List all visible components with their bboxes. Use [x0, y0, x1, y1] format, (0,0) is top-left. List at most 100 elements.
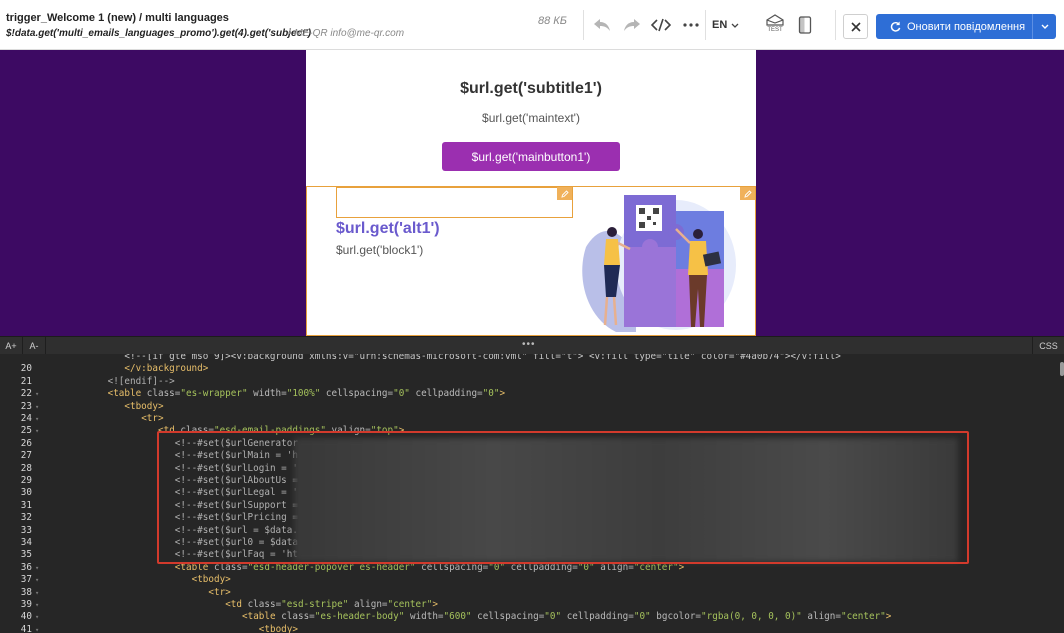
line-number: 21 — [20, 375, 32, 387]
code-token: <!--[if gte mso 9]><v:background xmlns:v… — [124, 354, 841, 362]
code-token: <table — [242, 611, 282, 623]
code-token: "rgba(0, 0, 0, 0)" — [701, 611, 808, 623]
code-token: "0" — [633, 611, 657, 623]
redo-icon[interactable] — [621, 14, 643, 36]
code-view-icon[interactable] — [650, 14, 672, 36]
fold-arrow-icon[interactable]: ▾ — [35, 425, 39, 437]
code-token: "es-wrapper" — [180, 388, 254, 400]
code-line[interactable]: 23 ▾ <tbody> — [0, 401, 1064, 413]
editor-scrollbar[interactable] — [1060, 362, 1064, 376]
email-preview-canvas: $url.get('subtitle1') $url.get('maintext… — [0, 50, 1064, 336]
html-code-editor[interactable]: <!--[if gte mso 9]><v:background xmlns:v… — [0, 354, 1064, 633]
code-text: <table class="es-wrapper" width="100%" c… — [108, 388, 505, 400]
message-subject[interactable]: $!data.get('multi_emails_languages_promo… — [6, 28, 311, 39]
code-token: "es-header-body" — [314, 611, 410, 623]
line-number: 22 — [20, 388, 32, 400]
fold-arrow-icon[interactable]: ▾ — [35, 587, 39, 599]
code-token: "center" — [840, 611, 886, 623]
font-increase-button[interactable]: A+ — [0, 337, 23, 355]
code-text: <tbody> — [124, 401, 163, 413]
fold-arrow-icon[interactable]: ▾ — [35, 562, 39, 574]
font-decrease-button[interactable]: A- — [23, 337, 46, 355]
line-number: 28 — [20, 462, 32, 474]
code-text: <td class="esd-stripe" align="center"> — [225, 599, 438, 611]
code-token: </v:background> — [124, 363, 209, 375]
code-text: <![endif]--> — [108, 376, 175, 388]
email-alt-heading[interactable]: $url.get('alt1') — [336, 220, 440, 238]
chevron-down-icon — [731, 23, 739, 28]
close-button[interactable] — [843, 14, 868, 39]
code-token: class= — [281, 611, 315, 623]
code-token: "600" — [443, 611, 478, 623]
refresh-options-dropdown[interactable] — [1032, 14, 1056, 39]
toolbar-divider — [705, 10, 706, 40]
mobile-preview-icon[interactable] — [794, 14, 816, 36]
code-token: "0" — [544, 611, 567, 623]
code-line[interactable]: 21 <![endif]--> — [0, 376, 1064, 388]
code-text: <tr> — [208, 587, 230, 599]
email-block-text[interactable]: $url.get('block1') — [336, 243, 423, 257]
edit-block-icon[interactable] — [557, 187, 572, 200]
line-number: 33 — [20, 524, 32, 536]
fold-arrow-icon[interactable]: ▾ — [35, 401, 39, 413]
email-body: $url.get('subtitle1') $url.get('maintext… — [306, 50, 756, 336]
refresh-message-button[interactable]: Оновити повідомлення — [876, 14, 1056, 39]
line-number: 38 — [20, 586, 32, 598]
code-token: width= — [253, 388, 287, 400]
code-token: <tbody> — [191, 574, 231, 586]
code-line[interactable]: 40 ▾ <table class="es-header-body" width="… — [0, 611, 1064, 623]
line-number: 39 — [20, 599, 32, 610]
code-line[interactable]: <!--[if gte mso 9]><v:background xmlns:v… — [0, 354, 1064, 363]
code-token: "center" — [387, 599, 433, 610]
code-line[interactable]: 24 ▾ <tr> — [0, 413, 1064, 425]
code-token: <td — [225, 599, 248, 610]
code-text: <tr> — [141, 413, 163, 425]
close-icon — [850, 21, 861, 32]
fold-arrow-icon[interactable]: ▾ — [35, 574, 39, 586]
language-selector[interactable]: EN — [712, 19, 739, 31]
code-token: "100%" — [286, 388, 326, 400]
code-line[interactable]: 37 ▾ <tbody> — [0, 574, 1064, 586]
code-token: "0" — [482, 388, 500, 400]
code-token: <tbody> — [258, 623, 298, 633]
css-tab-button[interactable]: CSS — [1032, 337, 1064, 355]
test-email-icon[interactable]: TEST — [764, 12, 786, 34]
image-placeholder[interactable] — [336, 187, 573, 218]
code-token: > — [432, 599, 438, 610]
code-token: cellspacing= — [477, 611, 545, 623]
line-number: 26 — [20, 437, 32, 449]
undo-icon[interactable] — [591, 14, 613, 36]
line-number: 37 — [20, 574, 32, 586]
code-token: align= — [807, 611, 841, 623]
code-line[interactable]: 39 ▾ <td class="esd-stripe" align="center"… — [0, 599, 1064, 611]
line-number: 23 — [20, 400, 32, 412]
code-token: <tr> — [208, 586, 231, 598]
edit-structure-icon[interactable] — [740, 187, 755, 200]
editor-header: trigger_Welcome 1 (new) / multi language… — [0, 0, 1064, 50]
fold-arrow-icon[interactable]: ▾ — [35, 413, 39, 425]
fold-arrow-icon[interactable]: ▾ — [35, 611, 39, 623]
code-token: > — [499, 388, 506, 400]
code-token: <table — [107, 388, 147, 400]
more-options-icon[interactable] — [680, 14, 702, 36]
code-line[interactable]: 41 ▾ <tbody> — [0, 624, 1064, 633]
refresh-message-main[interactable]: Оновити повідомлення — [876, 21, 1032, 33]
code-text: <!--[if gte mso 9]><v:background xmlns:v… — [124, 354, 840, 363]
line-number: 27 — [20, 450, 32, 462]
code-text: <table class="es-header-body" width="600… — [242, 611, 891, 623]
fold-arrow-icon[interactable]: ▾ — [35, 624, 39, 633]
email-main-button[interactable]: $url.get('mainbutton1') — [442, 142, 620, 171]
code-line[interactable]: 22 ▾ <table class="es-wrapper" width="100%… — [0, 388, 1064, 400]
code-token: <tr> — [141, 413, 164, 424]
email-subtitle[interactable]: $url.get('subtitle1') — [306, 80, 756, 98]
toolbar-divider — [835, 10, 836, 40]
fold-arrow-icon[interactable]: ▾ — [35, 599, 39, 611]
panel-resize-handle[interactable]: ••• — [522, 339, 536, 350]
puzzle-illustration[interactable] — [576, 187, 736, 336]
code-line[interactable]: 38 ▾ <tr> — [0, 587, 1064, 599]
email-maintext[interactable]: $url.get('maintext') — [306, 111, 756, 125]
sender-info: • ME-QR info@me-qr.com — [288, 28, 405, 39]
fold-arrow-icon[interactable]: ▾ — [35, 388, 39, 400]
code-highlight-annotation — [157, 431, 969, 564]
code-line[interactable]: 20 </v:background> — [0, 363, 1064, 375]
